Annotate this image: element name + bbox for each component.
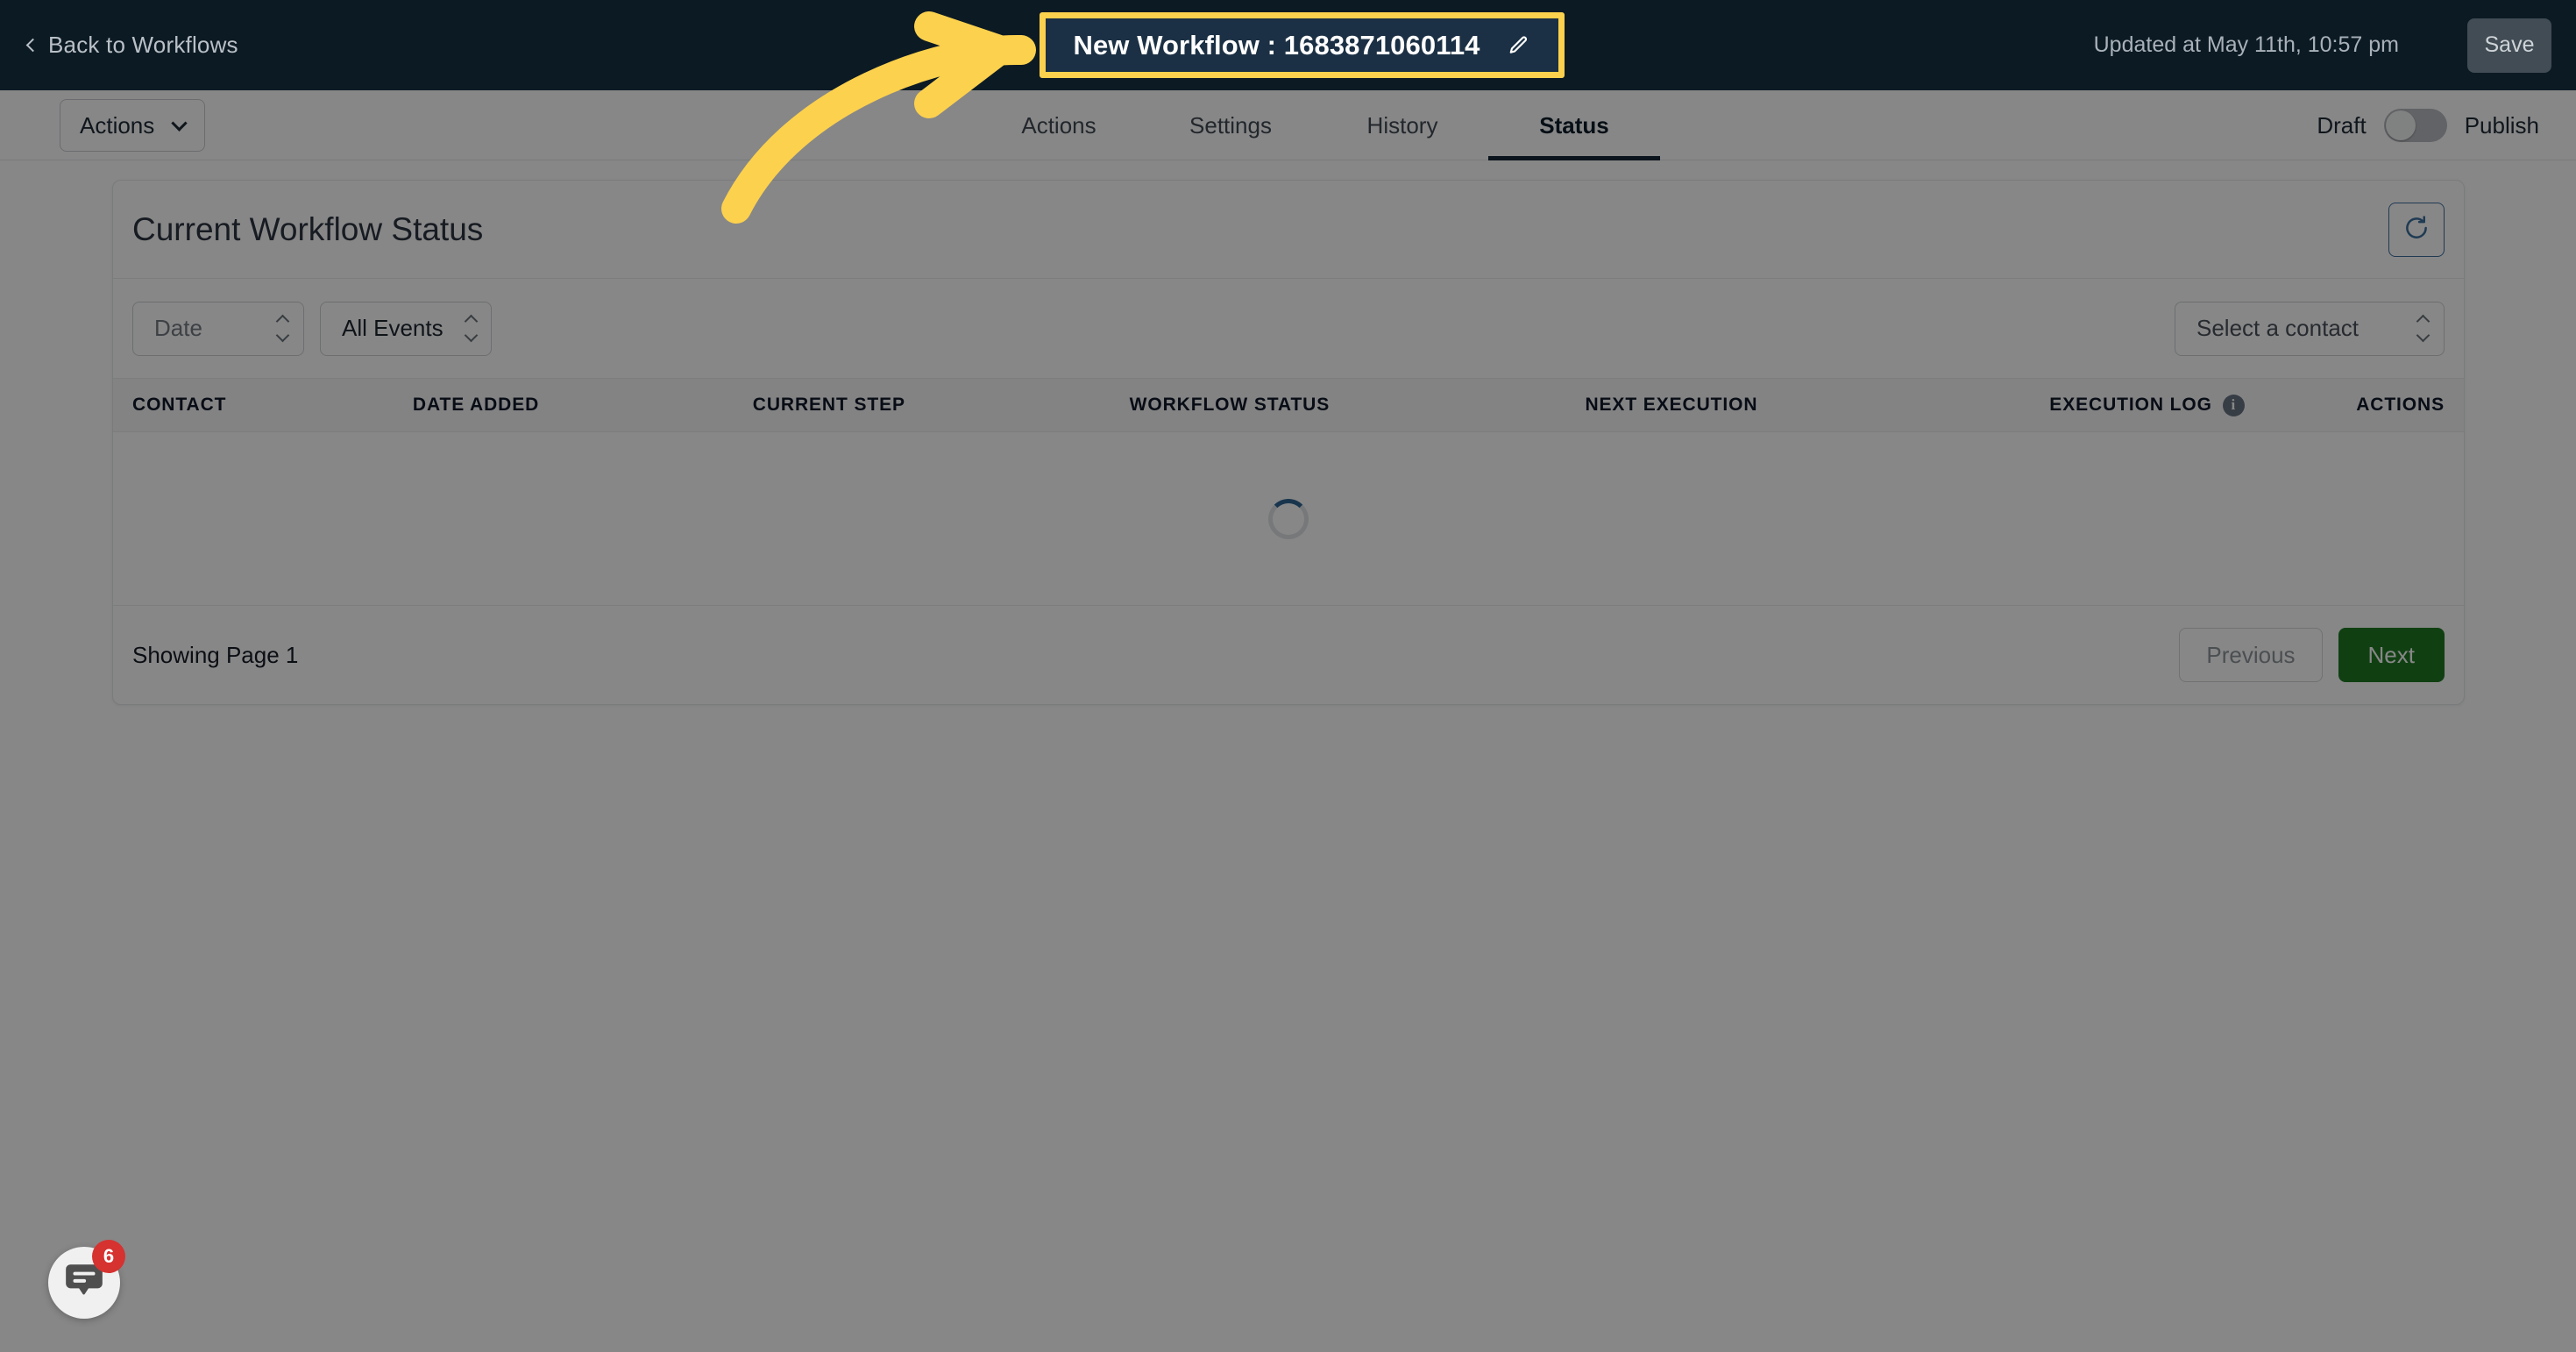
column-header-contact: CONTACT (132, 395, 227, 415)
actions-dropdown-label: Actions (80, 111, 155, 139)
workflow-builder-page: Current Workflow Status Date All Events … (0, 0, 2576, 1352)
toggle-knob (2385, 110, 2416, 140)
chevron-updown-icon (2395, 314, 2431, 343)
back-to-workflows-link[interactable]: Back to Workflows (25, 32, 238, 59)
contact-filter-value: Select a contact (2196, 315, 2359, 341)
events-filter-value: All Events (342, 315, 444, 341)
draft-label: Draft (2317, 111, 2367, 139)
column-header-workflow-status: WORKFLOW STATUS (1129, 395, 1331, 415)
column-header-current-step: CURRENT STEP (752, 395, 905, 415)
main-content: Current Workflow Status Date All Events … (0, 160, 2576, 1352)
publish-toggle-group: Draft Publish (2317, 90, 2539, 160)
column-header-execution-log: EXECUTION LOG i (2049, 394, 2356, 416)
page-title: Current Workflow Status (132, 210, 484, 247)
next-page-button[interactable]: Next (2338, 628, 2445, 682)
table-footer: Showing Page 1 Previous Next (113, 606, 2464, 704)
events-filter-select[interactable]: All Events (320, 301, 492, 356)
tab-history[interactable]: History (1316, 90, 1488, 160)
tab-list: Actions Settings History Status (973, 90, 1660, 160)
tab-status[interactable]: Status (1488, 90, 1660, 160)
chat-widget[interactable]: 6 (48, 1240, 125, 1319)
workflow-title-container[interactable]: New Workflow : 1683871060114 (1046, 18, 1558, 72)
back-to-workflows-label: Back to Workflows (48, 32, 238, 58)
column-header-actions: ACTIONS (2356, 395, 2445, 415)
last-updated-label: Updated at May 11th, 10:57 pm (2093, 32, 2399, 57)
tab-settings[interactable]: Settings (1145, 90, 1316, 160)
workflow-title-highlight: New Workflow : 1683871060114 (1040, 12, 1565, 78)
column-header-date-added: DATE ADDED (412, 395, 540, 415)
chevron-updown-icon (255, 314, 290, 343)
workflow-status-card: Current Workflow Status Date All Events … (112, 180, 2465, 705)
pencil-icon[interactable] (1505, 32, 1531, 59)
workflow-title: New Workflow : 1683871060114 (1073, 29, 1480, 60)
showing-page-label: Showing Page 1 (132, 641, 299, 668)
save-button[interactable]: Save (2467, 18, 2551, 73)
column-header-execution-log-label: EXECUTION LOG (2049, 395, 2212, 415)
chevron-updown-icon (444, 314, 478, 343)
contact-filter-select[interactable]: Select a contact (2175, 301, 2445, 356)
loading-spinner-icon (1268, 498, 1309, 539)
table-header-row: CONTACT DATE ADDED CURRENT STEP WORKFLOW… (113, 378, 2464, 432)
filter-bar: Date All Events Select a contact (113, 279, 2464, 378)
chevron-left-icon (25, 38, 40, 52)
chevron-down-icon (171, 114, 188, 132)
date-filter-select[interactable]: Date (132, 301, 304, 356)
column-header-next-execution: NEXT EXECUTION (1585, 395, 1758, 415)
pagination-controls: Previous Next (2179, 628, 2445, 682)
refresh-icon (2403, 215, 2430, 244)
tab-actions[interactable]: Actions (973, 90, 1145, 160)
info-icon[interactable]: i (2222, 394, 2245, 416)
date-filter-value: Date (154, 315, 202, 341)
refresh-button[interactable] (2388, 202, 2445, 257)
previous-page-button[interactable]: Previous (2179, 628, 2323, 682)
card-header: Current Workflow Status (113, 181, 2464, 279)
publish-label: Publish (2464, 111, 2539, 139)
chat-unread-badge: 6 (92, 1240, 125, 1273)
workflow-tabbar: Actions Actions Settings History Status … (0, 90, 2576, 160)
actions-dropdown-button[interactable]: Actions (60, 99, 206, 152)
table-body (113, 432, 2464, 606)
publish-toggle-switch[interactable] (2383, 109, 2447, 142)
